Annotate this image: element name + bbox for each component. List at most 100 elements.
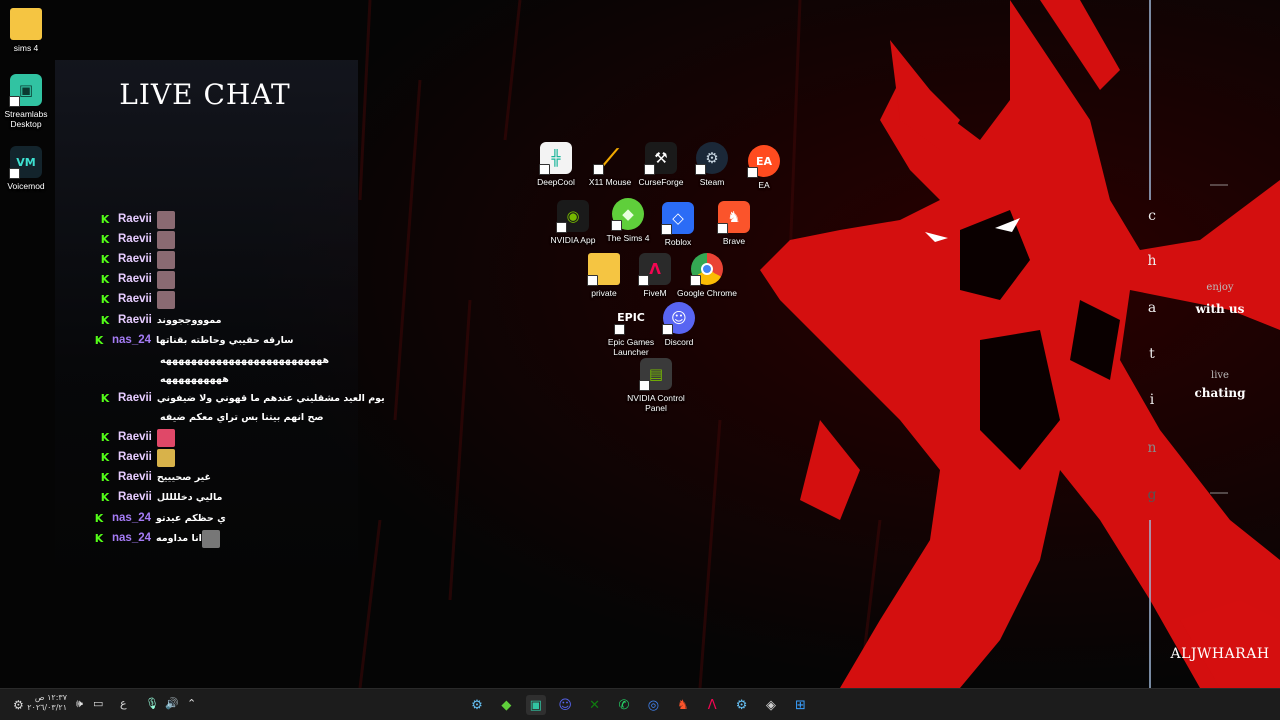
chat-message: Knas_24 سارقه حقيبي وحاطته بقناتها bbox=[94, 331, 294, 350]
settings-gear-icon[interactable]: ⚙ bbox=[13, 698, 24, 712]
vertical-letter: i bbox=[1149, 392, 1155, 408]
network-icon[interactable]: ▭ bbox=[93, 697, 103, 710]
taskbar-steam-icon[interactable]: ⚙ bbox=[467, 695, 487, 715]
taskbar: ⚙ ١٢:٣٧ ص ٢٠٢٦/٠٣/٢١ 🕪 ▭ ع 🎙 🔊 ⌃ ⚙ ◆ ▣ ☺ ✕ ✆ ◎… bbox=[0, 688, 1280, 720]
taskbar-brave-icon[interactable]: ♞ bbox=[673, 695, 693, 715]
kick-badge-icon: K bbox=[100, 213, 110, 226]
chat-username[interactable]: Raevii bbox=[118, 270, 152, 289]
chat-message: K Raevii bbox=[100, 210, 175, 229]
kick-badge-icon: K bbox=[100, 431, 110, 444]
volume-icon[interactable]: 🕪 bbox=[76, 697, 83, 711]
chat-username[interactable]: Raevii bbox=[118, 290, 152, 309]
vertical-letter: a bbox=[1147, 300, 1157, 316]
desktop-icon-roblox[interactable]: ◇ Roblox bbox=[647, 202, 709, 247]
system-clock[interactable]: ١٢:٣٧ ص ٢٠٢٦/٠٣/٢١ bbox=[27, 693, 67, 713]
taskbar-unity-icon[interactable]: ◈ bbox=[761, 695, 781, 715]
chat-message: K Raevii bbox=[100, 448, 175, 467]
chat-message-text: ي حظكم عيدتو bbox=[156, 513, 226, 524]
sims-icon: ◆ bbox=[611, 198, 644, 231]
chat-message-text: غير صحيييح bbox=[156, 472, 211, 483]
nvidia-control-panel-icon: ▤ bbox=[639, 358, 672, 391]
chat-username[interactable]: Raevii bbox=[118, 210, 152, 229]
desktop-icon-nvidia-app[interactable]: ◉ NVIDIA App bbox=[542, 200, 604, 245]
kick-badge-icon: K bbox=[100, 233, 110, 246]
chat-message: ههههههههههه bbox=[160, 370, 229, 389]
chat-username[interactable]: Raevii bbox=[118, 428, 152, 447]
kick-badge-icon: K bbox=[100, 392, 110, 405]
discord-icon: ☺ bbox=[662, 302, 695, 335]
deepcool-icon: ╬ bbox=[539, 142, 572, 175]
folder-icon bbox=[10, 8, 42, 40]
chat-emote-icon bbox=[156, 271, 175, 289]
microphone-icon[interactable]: 🎙 bbox=[145, 697, 159, 710]
taskbar-steam-icon[interactable]: ⚙ bbox=[732, 695, 752, 715]
chat-emote-icon bbox=[156, 251, 175, 269]
live-text: live bbox=[1211, 370, 1229, 381]
taskbar-start-icon[interactable]: ⊞ bbox=[790, 695, 810, 715]
chat-username[interactable]: nas_24 bbox=[112, 529, 151, 548]
enjoy-text: enjoy bbox=[1206, 282, 1234, 293]
chat-username[interactable]: Raevii bbox=[118, 468, 152, 487]
desktop-icon-discord[interactable]: ☺ Discord bbox=[648, 302, 710, 347]
clock-time: ١٢:٣٧ ص bbox=[34, 693, 67, 702]
kick-badge-icon: K bbox=[100, 253, 110, 266]
chrome-icon bbox=[690, 253, 723, 286]
chat-emote-icon bbox=[156, 211, 175, 229]
chat-message-text: سارقه حقيبي وحاطته بقناتها bbox=[156, 335, 294, 346]
desktop-icon-ea[interactable]: EA EA bbox=[733, 145, 795, 190]
chat-emote-icon bbox=[156, 231, 175, 249]
desktop-icon-sims4-folder[interactable]: sims 4 bbox=[0, 8, 57, 53]
chevron-up-icon[interactable]: ⌃ bbox=[187, 697, 196, 710]
taskbar-sims-icon[interactable]: ◆ bbox=[496, 695, 516, 715]
taskbar-fivem-icon[interactable]: Λ bbox=[702, 695, 722, 715]
chat-username[interactable]: Raevii bbox=[118, 230, 152, 249]
overlay-side-strip: c h a t i n g enjoy with us live chating… bbox=[1120, 0, 1280, 688]
chat-message: K Raevii غير صحيييح bbox=[100, 468, 211, 487]
chat-message-text: يوم العيد مشقليني عندهم ما قهوني ولا ضيف… bbox=[156, 393, 385, 404]
speaker-icon[interactable]: 🔊 bbox=[165, 697, 179, 710]
chat-username[interactable]: Raevii bbox=[118, 311, 152, 330]
chat-username[interactable]: Raevii bbox=[118, 448, 152, 467]
chat-message-text: ههههههههههههههههههههههههههه bbox=[160, 355, 330, 366]
chat-message-text: صح انهم بيتنا بس تراي معكم ضيفه bbox=[160, 412, 324, 423]
with-us-text: with us bbox=[1195, 302, 1245, 316]
kick-badge-icon: K bbox=[100, 314, 110, 327]
chat-username[interactable]: Raevii bbox=[118, 250, 152, 269]
chat-message: K Raevii يوم العيد مشقليني عندهم ما قهوني … bbox=[100, 389, 385, 408]
chat-emote-icon bbox=[156, 429, 175, 447]
chat-message: Knas_24 ي حظكم عيدتو bbox=[94, 509, 226, 528]
taskbar-chrome-icon[interactable]: ◎ bbox=[643, 695, 663, 715]
epic-games-icon: EPIC bbox=[614, 302, 647, 335]
brave-icon: ♞ bbox=[717, 201, 750, 234]
kick-badge-icon: K bbox=[100, 471, 110, 484]
desktop-icon-voicemod[interactable]: VM Voicemod bbox=[0, 146, 57, 191]
curseforge-icon: ⚒ bbox=[644, 142, 677, 175]
vertical-letter: c bbox=[1148, 208, 1156, 224]
chat-message-text: ماليي دخللللل bbox=[156, 492, 223, 503]
kick-badge-icon: K bbox=[100, 273, 110, 286]
desktop-icon-brave[interactable]: ♞ Brave bbox=[703, 201, 765, 246]
chat-username[interactable]: Raevii bbox=[118, 389, 152, 408]
chat-message: K Raevii bbox=[100, 270, 175, 289]
kick-badge-icon: K bbox=[100, 293, 110, 306]
chat-username[interactable]: Raevii bbox=[118, 488, 152, 507]
signature-text: ALJWHARAH bbox=[1170, 646, 1270, 662]
folder-icon bbox=[587, 253, 620, 286]
desktop-icon-google-chrome[interactable]: Google Chrome bbox=[676, 253, 738, 298]
chat-username[interactable]: nas_24 bbox=[112, 331, 151, 350]
desktop-icon-nvidia-control-panel[interactable]: ▤ NVIDIA Control Panel bbox=[625, 358, 687, 413]
x11-mouse-icon: ⟋ bbox=[593, 142, 626, 175]
chat-message: Knas_24 انا مداومه bbox=[94, 529, 220, 548]
taskbar-streamlabs-icon[interactable]: ▣ bbox=[525, 695, 546, 715]
language-indicator[interactable]: ع bbox=[120, 697, 127, 710]
chat-message: ههههههههههههههههههههههههههه bbox=[160, 351, 329, 370]
taskbar-xbox-icon[interactable]: ✕ bbox=[585, 695, 605, 715]
desktop-icon-deepcool[interactable]: ╬ DeepCool bbox=[525, 142, 587, 187]
chat-username[interactable]: nas_24 bbox=[112, 509, 151, 528]
taskbar-discord-icon[interactable]: ☺ bbox=[555, 695, 575, 715]
chat-message-text: مموووججووند bbox=[156, 315, 222, 326]
taskbar-whatsapp-icon[interactable]: ✆ bbox=[614, 695, 634, 715]
chat-emote-icon bbox=[156, 449, 175, 467]
chat-message: K Raevii مموووججووند bbox=[100, 311, 222, 330]
nvidia-icon: ◉ bbox=[556, 200, 589, 233]
